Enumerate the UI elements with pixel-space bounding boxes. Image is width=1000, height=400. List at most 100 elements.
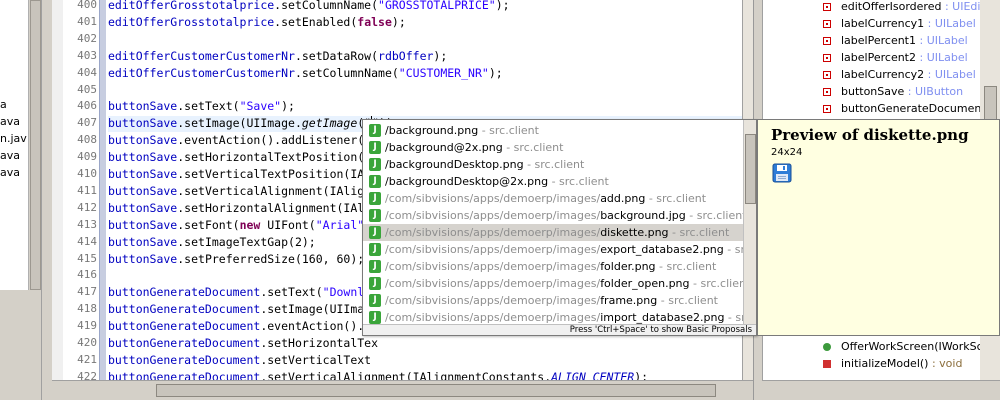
package-explorer-item[interactable]: a xyxy=(0,98,7,111)
proposal-source-folder: - src.client xyxy=(655,260,717,273)
outline-item[interactable]: initializeModel() : void xyxy=(823,355,962,372)
assist-status-text[interactable]: Press 'Ctrl+Space' to show Basic Proposa… xyxy=(363,324,756,335)
proposal-list-scrollbar[interactable] xyxy=(743,120,756,324)
outline-item-type: : UIEdit xyxy=(941,0,985,13)
outline-item[interactable]: labelPercent1 : UILabel xyxy=(823,32,968,49)
proposal-item[interactable]: J/com/sibvisions/apps/demoerp/images/bac… xyxy=(363,207,747,224)
code-line[interactable]: buttonSave.setVerticalAlignment(IAlign xyxy=(108,184,371,198)
code-line[interactable]: buttonGenerateDocument.setImage(UIImag xyxy=(108,302,371,316)
proposal-label: /com/sibvisions/apps/demoerp/images/disk… xyxy=(385,224,729,241)
outline-item-type: : UILabel xyxy=(916,51,968,64)
code-token: .setHorizontalAlignment(IAli xyxy=(177,200,372,215)
line-number: 417 xyxy=(77,285,97,299)
proposal-file-name: /backgroundDesktop@2x.png xyxy=(385,175,549,188)
outline-item-name: buttonGenerateDocument xyxy=(841,102,986,115)
code-line[interactable]: editOfferGrosstotalprice.setEnabled(fals… xyxy=(108,15,406,29)
outline-item[interactable]: labelCurrency1 : UILabel xyxy=(823,15,976,32)
java-resource-icon: J xyxy=(369,277,381,290)
code-token: editOfferGrosstotalprice xyxy=(108,0,275,12)
panel-divider[interactable] xyxy=(42,0,52,400)
code-token: .setFont( xyxy=(177,217,240,232)
code-line[interactable]: buttonSave.setVerticalTextPosition(IAl xyxy=(108,167,371,181)
outline-item-type: : UILabel xyxy=(924,17,976,30)
line-number: 421 xyxy=(77,352,97,366)
outline-item[interactable]: labelPercent2 : UILabel xyxy=(823,49,968,66)
line-number: 410 xyxy=(77,167,97,180)
code-line[interactable]: editOfferCustomerCustomerNr.setColumnNam… xyxy=(108,66,503,80)
code-token: buttonGenerateDocument xyxy=(108,352,261,367)
java-resource-icon: J xyxy=(369,124,381,137)
line-number-ruler: 400 401 402 403 404 405 406 407 408 409 410 411 412 4… xyxy=(63,0,99,400)
outline-item[interactable]: buttonGenerateDocument : xyxy=(823,100,993,117)
line-number: 408 xyxy=(77,133,97,147)
code-line[interactable]: buttonSave.setPreferredSize(160, 60); xyxy=(108,252,364,266)
package-explorer-panel: a ava n.jav ava ava xyxy=(0,0,42,400)
outline-item[interactable]: labelCurrency2 : UILabel xyxy=(823,66,976,83)
code-line[interactable]: buttonSave.setHorizontalTextPosition(I xyxy=(108,150,371,164)
code-line[interactable]: buttonSave.setImageTextGap(2); xyxy=(108,235,316,249)
proposal-item[interactable]: J/com/sibvisions/apps/demoerp/images/dis… xyxy=(363,224,743,241)
code-line[interactable]: buttonGenerateDocument.setVerticalText xyxy=(108,353,371,367)
code-line[interactable]: editOfferGrosstotalprice.setColumnName("… xyxy=(108,0,510,12)
code-line[interactable]: buttonGenerateDocument.setText("Downlo xyxy=(108,285,371,299)
proposal-item[interactable]: J/background@2x.png - src.client xyxy=(363,139,743,156)
code-token: .setColumnName( xyxy=(274,0,379,12)
code-token: .setColumnName( xyxy=(294,65,399,80)
code-token: buttonGenerateDocument xyxy=(108,285,261,300)
java-resource-icon: J xyxy=(369,175,381,188)
proposal-item[interactable]: J/com/sibvisions/apps/demoerp/images/exp… xyxy=(363,241,756,258)
code-token: buttonSave xyxy=(108,234,178,249)
code-line[interactable]: buttonSave.setText("Save"); xyxy=(108,99,295,113)
package-explorer-item[interactable]: ava xyxy=(0,115,20,128)
editor-horizontal-scrollbar[interactable] xyxy=(52,380,753,400)
code-token: "GROSSTOTALPRICE" xyxy=(378,0,496,12)
code-token: .setImageTextGap(2); xyxy=(177,234,316,249)
code-line[interactable]: buttonGenerateDocument.eventAction().a xyxy=(108,319,371,333)
proposal-label: /backgroundDesktop.png - src.client xyxy=(385,156,584,173)
code-line[interactable]: buttonSave.setImage(UIImage.getImage("")… xyxy=(108,116,400,131)
outline-item[interactable]: editOfferIsordered : UIEdit xyxy=(823,0,985,15)
code-token: "CUSTOMER_NR" xyxy=(398,65,489,80)
scrollbar-thumb[interactable] xyxy=(30,0,41,290)
code-token: .setImage(UIImag xyxy=(260,302,372,317)
package-explorer-item[interactable]: ava xyxy=(0,166,20,179)
code-token: .setVerticalAlignment(IAlign xyxy=(177,183,372,198)
java-resource-icon: J xyxy=(369,260,381,273)
code-token: .setText( xyxy=(177,99,240,114)
code-token: buttonSave xyxy=(108,183,178,198)
proposal-item[interactable]: J/com/sibvisions/apps/demoerp/images/fol… xyxy=(363,258,743,275)
code-token: buttonGenerateDocument xyxy=(108,302,261,317)
scrollbar-thumb[interactable] xyxy=(984,86,997,121)
line-number: 413 xyxy=(77,217,97,231)
outline-item[interactable]: OfferWorkScreen(IWorkSc xyxy=(823,338,983,355)
code-line[interactable]: buttonSave.setFont(new UIFont("Arial", xyxy=(108,218,371,232)
code-line[interactable]: buttonSave.eventAction().addListener(t xyxy=(108,133,371,147)
proposal-item[interactable]: J/com/sibvisions/apps/demoerp/images/fol… xyxy=(363,275,750,292)
proposal-source-folder: - src.client xyxy=(645,192,707,205)
code-line[interactable]: buttonSave.setHorizontalAlignment(IAli xyxy=(108,201,371,215)
proposal-item[interactable]: J/backgroundDesktop.png - src.client xyxy=(363,156,743,173)
outline-item[interactable]: buttonSave : UIButton xyxy=(823,83,963,100)
scrollbar-thumb[interactable] xyxy=(156,384,716,397)
proposal-item[interactable]: J/background.png - src.client xyxy=(363,122,743,139)
code-token: getImage xyxy=(301,116,358,131)
proposal-label: /com/sibvisions/apps/demoerp/images/back… xyxy=(385,207,747,224)
red-square-icon xyxy=(823,88,831,96)
marker-ruler xyxy=(52,0,63,380)
outline-horizontal-scrollbar[interactable] xyxy=(762,380,1000,400)
red-square-icon xyxy=(823,20,831,28)
code-line[interactable]: buttonGenerateDocument.setHorizontalTex xyxy=(108,336,378,350)
proposal-item[interactable]: J/com/sibvisions/apps/demoerp/images/add… xyxy=(363,190,743,207)
outline-item-name: buttonSave xyxy=(841,85,905,98)
code-line[interactable]: editOfferCustomerCustomerNr.setDataRow(r… xyxy=(108,49,447,63)
proposal-item[interactable]: J/backgroundDesktop@2x.png - src.client xyxy=(363,173,743,190)
proposal-source-folder: - src.client xyxy=(689,277,751,290)
package-explorer-item[interactable]: ava xyxy=(0,149,20,162)
package-explorer-vertical-scrollbar[interactable] xyxy=(28,0,41,290)
package-explorer-item[interactable]: n.jav xyxy=(0,132,27,145)
proposal-item[interactable]: J/com/sibvisions/apps/demoerp/images/fra… xyxy=(363,292,743,309)
proposal-label: /com/sibvisions/apps/demoerp/images/fold… xyxy=(385,258,716,275)
proposal-label: /com/sibvisions/apps/demoerp/images/fram… xyxy=(385,292,718,309)
scrollbar-thumb[interactable] xyxy=(745,134,756,204)
line-number: 418 xyxy=(77,302,97,316)
